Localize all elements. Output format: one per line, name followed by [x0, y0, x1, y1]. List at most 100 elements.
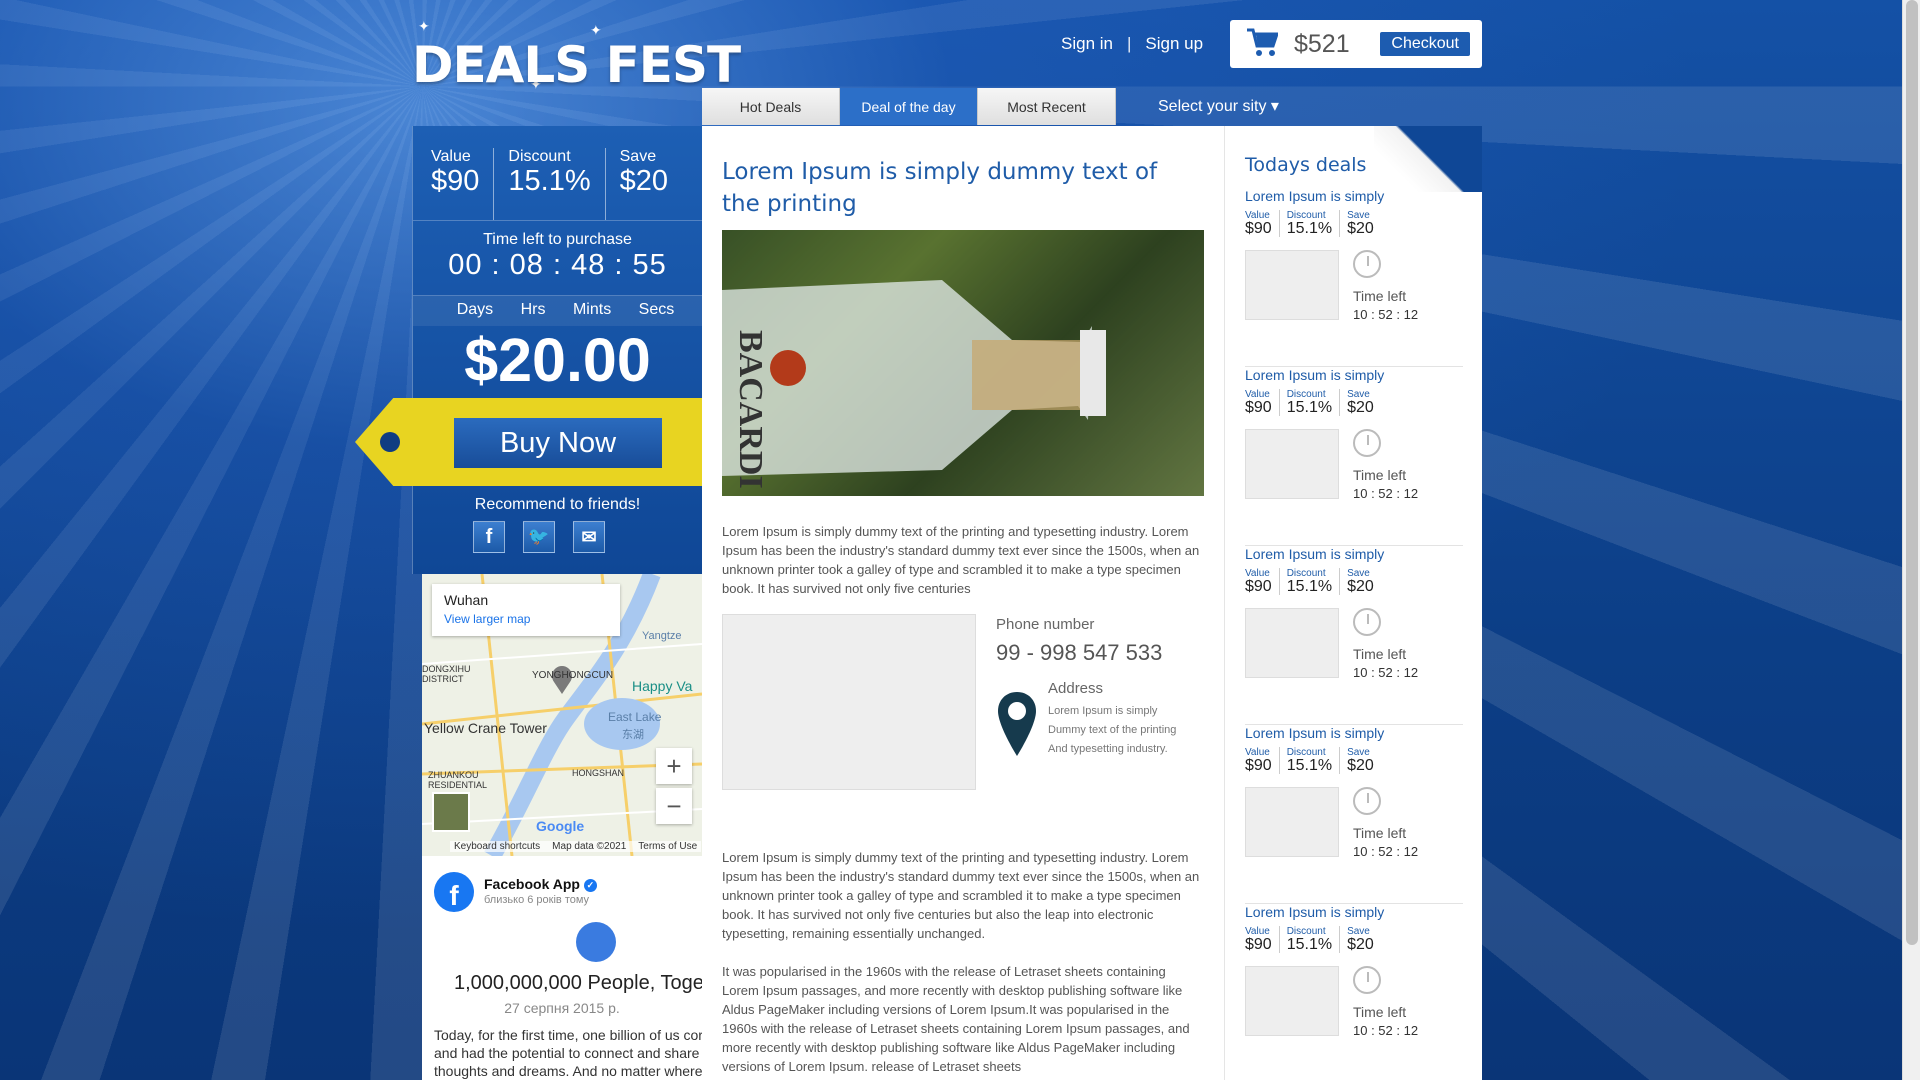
- image-placeholder: [722, 614, 976, 790]
- post-date: 27 серпня 2015 р.: [504, 1000, 620, 1016]
- deal-stats: Value $90 Discount 15.1% Save $20: [1245, 747, 1463, 774]
- satellite-toggle[interactable]: [432, 792, 470, 832]
- deal-image-placeholder[interactable]: [1245, 608, 1339, 678]
- time-left-value: 10 : 52 : 12: [1353, 665, 1419, 680]
- clock-icon: [1353, 250, 1381, 278]
- tab-deal-of-the-day[interactable]: Deal of the day: [840, 88, 978, 125]
- article-title: Lorem Ipsum is simply dummy text of the …: [722, 159, 1158, 217]
- deal-tabs: Hot Deals Deal of the day Most Recent: [702, 88, 1116, 125]
- deal-title-link[interactable]: Lorem Ipsum is simply: [1245, 725, 1463, 741]
- todays-deal-item[interactable]: Lorem Ipsum is simply Value $90 Discount 15.…: [1245, 188, 1463, 367]
- time-left-label: Time left: [1353, 825, 1407, 841]
- article-panel: Lorem Ipsum is simply dummy text of the …: [702, 126, 1224, 1080]
- discount-stat: Discount 15.1%: [1286, 389, 1341, 416]
- map-footer: Keyboard shortcuts Map data ©2021 Terms …: [450, 841, 702, 852]
- time-left-label: Time left: [1353, 1004, 1407, 1020]
- view-larger-map-link[interactable]: View larger map: [444, 612, 608, 626]
- clock-icon: [1353, 608, 1381, 636]
- save-stat: Save $20: [1347, 210, 1381, 237]
- time-left-value: 10 : 52 : 12: [1353, 1023, 1419, 1038]
- save-stat: Save $20: [1347, 389, 1381, 416]
- deal-image-placeholder[interactable]: [1245, 429, 1339, 499]
- discount-amount: 15.1%: [1286, 936, 1333, 953]
- article-paragraph: Lorem Ipsum is simply dummy text of the …: [722, 524, 1200, 596]
- facebook-icon[interactable]: f: [473, 521, 505, 553]
- deal-title-link[interactable]: Lorem Ipsum is simply: [1245, 188, 1463, 204]
- save-amount: $20: [619, 165, 669, 197]
- address-label: Address: [1048, 680, 1104, 697]
- buy-now-button[interactable]: Buy Now: [454, 418, 662, 468]
- deal-panel: Value $90 Discount 15.1% Save $20 Time l…: [355, 126, 703, 574]
- map-label: ZHUANKOU RESIDENTIAL: [428, 770, 488, 790]
- deal-title-link[interactable]: Lorem Ipsum is simply: [1245, 367, 1463, 383]
- map-zoom-in-button[interactable]: +: [656, 748, 692, 784]
- phone-number: 99 - 998 547 533: [996, 640, 1163, 665]
- site-logo[interactable]: DEALS FEST: [412, 36, 741, 94]
- deal-image-placeholder[interactable]: [1245, 787, 1339, 857]
- save-amount: $20: [1347, 220, 1374, 237]
- page-scrollbar[interactable]: [1902, 0, 1920, 1080]
- keyboard-shortcuts-link[interactable]: Keyboard shortcuts: [454, 841, 540, 852]
- value-stat: Value $90: [1245, 389, 1280, 416]
- tab-hot-deals[interactable]: Hot Deals: [702, 88, 840, 125]
- checkout-button[interactable]: Checkout: [1380, 32, 1470, 56]
- facebook-widget: f Facebook App ✓ близько 6 років тому 1,0…: [422, 856, 702, 1080]
- discount-amount: 15.1%: [1286, 399, 1333, 416]
- map-label: Yellow Crane Tower: [424, 720, 547, 736]
- post-time: близько 6 років тому: [484, 894, 590, 906]
- discount-stat: Discount 15.1%: [508, 148, 606, 220]
- city-select[interactable]: Select your sity ▾: [1158, 96, 1279, 116]
- cart-icon[interactable]: [1246, 27, 1280, 62]
- todays-deal-item[interactable]: Lorem Ipsum is simply Value $90 Discount 15.…: [1245, 904, 1463, 1080]
- terms-of-use-link[interactable]: Terms of Use: [638, 841, 697, 852]
- save-stat: Save $20: [1347, 568, 1381, 595]
- save-amount: $20: [1347, 399, 1374, 416]
- twitter-icon[interactable]: 🐦: [523, 521, 555, 553]
- time-left-label: Time left: [1353, 467, 1407, 483]
- sign-up-link[interactable]: Sign up: [1145, 34, 1203, 54]
- google-logo: Google: [536, 818, 585, 834]
- scrollbar-thumb[interactable]: [1906, 0, 1918, 945]
- facebook-icon[interactable]: f: [434, 872, 474, 912]
- auth-links: Sign in | Sign up: [1061, 34, 1203, 54]
- time-left-label: Time left: [1353, 646, 1407, 662]
- location-map[interactable]: Wuhan View larger map YONGHONGCUN Happy …: [422, 574, 702, 856]
- todays-deal-item[interactable]: Lorem Ipsum is simply Value $90 Discount 15.…: [1245, 725, 1463, 904]
- todays-deal-item[interactable]: Lorem Ipsum is simply Value $90 Discount 15.…: [1245, 367, 1463, 546]
- discount-amount: 15.1%: [1286, 757, 1333, 774]
- value-stat: Value $90: [1245, 210, 1280, 237]
- sparkle-decoration: ✦: [418, 18, 430, 34]
- value-amount: $90: [1245, 578, 1272, 595]
- tab-most-recent[interactable]: Most Recent: [978, 88, 1116, 125]
- unit-days: Days: [456, 301, 494, 318]
- deal-title-link[interactable]: Lorem Ipsum is simply: [1245, 546, 1463, 562]
- map-zoom-out-button[interactable]: −: [656, 788, 692, 824]
- clock-icon: [1353, 966, 1381, 994]
- ribbon-hole: [380, 432, 400, 452]
- post-headline[interactable]: 1,000,000,000 People, Toge: [454, 972, 702, 995]
- address-text: Lorem Ipsum is simply Dummy text of the …: [1048, 705, 1177, 755]
- countdown-value: 00 : 08 : 48 : 55: [448, 249, 667, 281]
- facebook-page-name[interactable]: Facebook App ✓: [484, 876, 597, 892]
- deal-stats: Value $90 Discount 15.1% Save $20: [413, 126, 702, 221]
- unit-seconds: Secs: [638, 301, 675, 318]
- deal-image-placeholder[interactable]: [1245, 966, 1339, 1036]
- time-left-value: 10 : 52 : 12: [1353, 486, 1419, 501]
- todays-deal-item[interactable]: Lorem Ipsum is simply Value $90 Discount 15.…: [1245, 546, 1463, 725]
- deal-image-placeholder[interactable]: [1245, 250, 1339, 320]
- cart-widget: $521 Checkout: [1230, 20, 1482, 68]
- cart-total: $521: [1294, 29, 1350, 58]
- post-body: Today, for the first time, one billion o…: [434, 1027, 702, 1079]
- sign-in-link[interactable]: Sign in: [1061, 34, 1113, 54]
- save-amount: $20: [1347, 578, 1374, 595]
- discount-label: Discount: [508, 148, 571, 165]
- discount-amount: 15.1%: [1286, 578, 1333, 595]
- discount-amount: 15.1%: [1286, 220, 1333, 237]
- map-place-name: Wuhan: [444, 592, 489, 608]
- deal-title-link[interactable]: Lorem Ipsum is simply: [1245, 904, 1463, 920]
- save-amount: $20: [1347, 757, 1374, 774]
- todays-deals-panel: Todays deals Lorem Ipsum is simply Value $…: [1224, 126, 1482, 1080]
- value-stat: Value $90: [1245, 926, 1280, 953]
- mail-icon[interactable]: ✉: [573, 521, 605, 553]
- page-curl-decoration: [1374, 126, 1482, 192]
